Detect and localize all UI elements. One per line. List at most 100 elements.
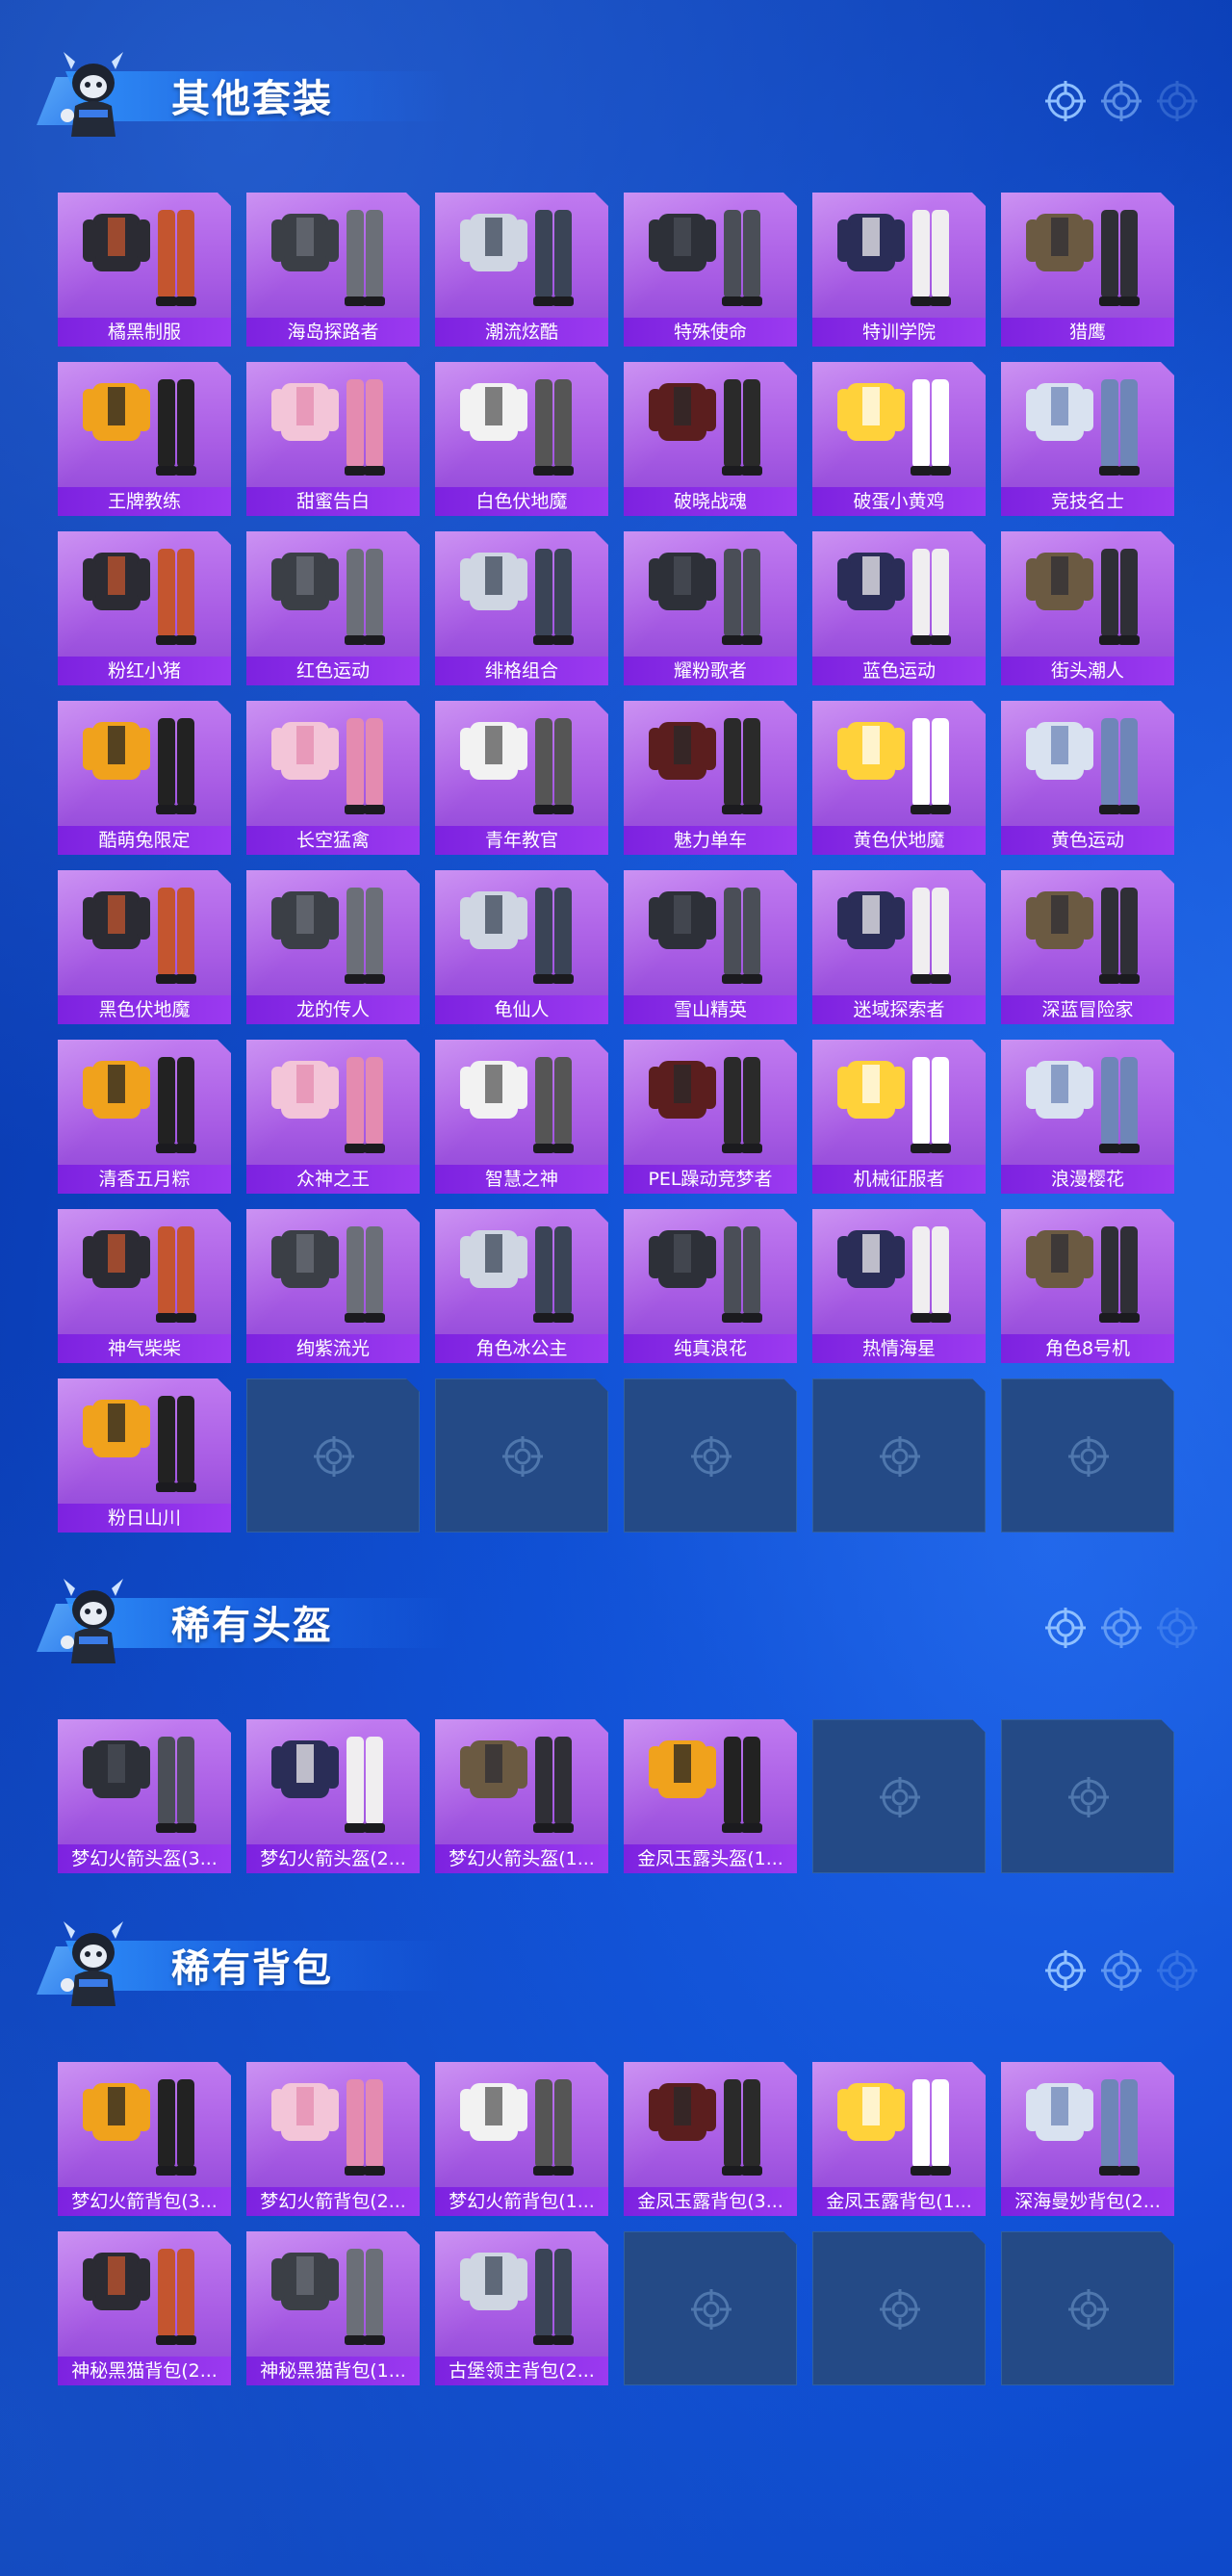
item-label: 甜蜜告白 [246, 487, 420, 516]
item-card[interactable]: 甜蜜告白 [246, 362, 420, 516]
section-outfits: 其他套装 橘黑制服 海岛探路者 潮流炫酷 特殊使命 特训学院 猎鹰王牌教练 甜蜜告白 白色伏地… [0, 39, 1232, 1540]
item-label: 梦幻火箭背包(2... [246, 2187, 420, 2216]
item-label: 神秘黑猫背包(1... [246, 2357, 420, 2385]
item-card[interactable]: 破晓战魂 [624, 362, 797, 516]
item-card[interactable]: 龙的传人 [246, 870, 420, 1024]
item-label: 梦幻火箭头盔(1... [435, 1844, 608, 1873]
item-card[interactable]: 粉红小猪 [58, 531, 231, 685]
item-card[interactable]: 梦幻火箭背包(3... [58, 2062, 231, 2216]
item-card[interactable]: 迷域探索者 [812, 870, 986, 1024]
crosshair-icon [1157, 81, 1197, 121]
item-card[interactable]: 雪山精英 [624, 870, 797, 1024]
item-card[interactable]: 梦幻火箭背包(2... [246, 2062, 420, 2216]
item-card[interactable]: 长空猛禽 [246, 701, 420, 855]
item-card[interactable]: PEL躁动竞梦者 [624, 1040, 797, 1194]
item-image [460, 210, 574, 306]
item-card[interactable]: 神气柴柴 [58, 1209, 231, 1363]
item-image [271, 718, 385, 814]
item-card[interactable]: 龟仙人 [435, 870, 608, 1024]
item-image [83, 718, 196, 814]
item-card[interactable]: 王牌教练 [58, 362, 231, 516]
item-label: 街头潮人 [1001, 657, 1174, 685]
item-card[interactable]: 红色运动 [246, 531, 420, 685]
item-image [460, 549, 574, 645]
empty-slot [812, 2231, 986, 2385]
item-card[interactable]: 魅力单车 [624, 701, 797, 855]
item-label: 纯真浪花 [624, 1334, 797, 1363]
item-card[interactable]: 梦幻火箭头盔(1... [435, 1719, 608, 1873]
item-label: 竞技名士 [1001, 487, 1174, 516]
item-card[interactable]: 橘黑制服 [58, 193, 231, 347]
item-card[interactable]: 古堡领主背包(2... [435, 2231, 608, 2385]
item-card[interactable]: 清香五月粽 [58, 1040, 231, 1194]
item-card[interactable]: 金凤玉露背包(3... [624, 2062, 797, 2216]
item-card[interactable]: 角色8号机 [1001, 1209, 1174, 1363]
item-card[interactable]: 蓝色运动 [812, 531, 986, 685]
item-card[interactable]: 神秘黑猫背包(2... [58, 2231, 231, 2385]
item-label: 绚紫流光 [246, 1334, 420, 1363]
item-image [837, 549, 951, 645]
item-image [83, 210, 196, 306]
item-card[interactable]: 粉日山川 [58, 1378, 231, 1533]
item-card[interactable]: 海岛探路者 [246, 193, 420, 347]
item-card[interactable]: 黄色运动 [1001, 701, 1174, 855]
item-label: 金凤玉露背包(3... [624, 2187, 797, 2216]
item-image [271, 379, 385, 476]
item-image [649, 2079, 762, 2176]
item-card[interactable]: 青年教官 [435, 701, 608, 855]
crosshair-icon [1157, 1950, 1197, 1991]
item-card[interactable]: 特训学院 [812, 193, 986, 347]
item-label: 古堡领主背包(2... [435, 2357, 608, 2385]
item-card[interactable]: 金凤玉露头盔(1... [624, 1719, 797, 1873]
item-card[interactable]: 耀粉歌者 [624, 531, 797, 685]
item-card[interactable]: 酷萌兔限定 [58, 701, 231, 855]
empty-slot [246, 1378, 420, 1533]
item-card[interactable]: 纯真浪花 [624, 1209, 797, 1363]
item-label: 金凤玉露头盔(1... [624, 1844, 797, 1873]
item-card[interactable]: 梦幻火箭背包(1... [435, 2062, 608, 2216]
item-card[interactable]: 神秘黑猫背包(1... [246, 2231, 420, 2385]
item-card[interactable]: 深海曼妙背包(2... [1001, 2062, 1174, 2216]
item-image [649, 379, 762, 476]
item-image [837, 718, 951, 814]
item-card[interactable]: 机械征服者 [812, 1040, 986, 1194]
item-card[interactable]: 竞技名士 [1001, 362, 1174, 516]
item-card[interactable]: 绚紫流光 [246, 1209, 420, 1363]
item-card[interactable]: 智慧之神 [435, 1040, 608, 1194]
section-backpacks: 稀有背包 梦幻火箭背包(3... 梦幻火箭背包(2... 梦幻火箭背包(1... 金凤… [0, 1908, 1232, 2409]
item-label: 潮流炫酷 [435, 318, 608, 347]
item-image [1026, 379, 1140, 476]
item-card[interactable]: 角色冰公主 [435, 1209, 608, 1363]
item-image [83, 1226, 196, 1323]
item-label: 绯格组合 [435, 657, 608, 685]
item-card[interactable]: 深蓝冒险家 [1001, 870, 1174, 1024]
item-card[interactable]: 金凤玉露背包(1... [812, 2062, 986, 2216]
section-title: 其他套装 [171, 77, 333, 121]
item-card[interactable]: 街头潮人 [1001, 531, 1174, 685]
item-label: 特殊使命 [624, 318, 797, 347]
item-image [837, 888, 951, 984]
header-decor [1045, 81, 1197, 121]
item-card[interactable]: 梦幻火箭头盔(3... [58, 1719, 231, 1873]
item-card[interactable]: 黑色伏地魔 [58, 870, 231, 1024]
item-image [271, 888, 385, 984]
item-card[interactable]: 黄色伏地魔 [812, 701, 986, 855]
item-card[interactable]: 特殊使命 [624, 193, 797, 347]
item-label: 梦幻火箭头盔(3... [58, 1844, 231, 1873]
crosshair-icon [1101, 81, 1142, 121]
crosshair-icon [502, 1436, 543, 1477]
item-image [837, 1057, 951, 1153]
item-card[interactable]: 猎鹰 [1001, 193, 1174, 347]
item-card[interactable]: 破蛋小黄鸡 [812, 362, 986, 516]
item-card[interactable]: 潮流炫酷 [435, 193, 608, 347]
item-label: 蓝色运动 [812, 657, 986, 685]
item-image [460, 1226, 574, 1323]
item-card[interactable]: 梦幻火箭头盔(2... [246, 1719, 420, 1873]
item-card[interactable]: 白色伏地魔 [435, 362, 608, 516]
item-card[interactable]: 绯格组合 [435, 531, 608, 685]
item-label: 酷萌兔限定 [58, 826, 231, 855]
item-card[interactable]: 浪漫樱花 [1001, 1040, 1174, 1194]
empty-slot [1001, 1378, 1174, 1533]
item-card[interactable]: 热情海星 [812, 1209, 986, 1363]
item-card[interactable]: 众神之王 [246, 1040, 420, 1194]
